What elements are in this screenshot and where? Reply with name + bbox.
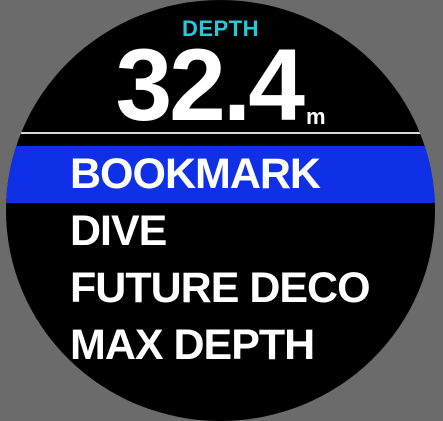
menu-item-dive[interactable]: DIVE — [6, 203, 435, 260]
menu-item-bookmark[interactable]: BOOKMARK — [6, 146, 435, 203]
round-display: DEPTH 32.4 m BOOKMARK DIVE FUTURE DECO MA… — [6, 0, 435, 421]
device-screen: DEPTH 32.4 m BOOKMARK DIVE FUTURE DECO MA… — [0, 0, 443, 421]
depth-value: 32.4 — [115, 28, 305, 142]
menu-item-future-deco[interactable]: FUTURE DECO — [6, 260, 435, 317]
divider — [6, 132, 435, 134]
menu-list: BOOKMARK DIVE FUTURE DECO MAX DEPTH — [6, 146, 435, 374]
depth-readout: 32.4 m — [6, 28, 435, 142]
menu-item-max-depth[interactable]: MAX DEPTH — [6, 317, 435, 374]
depth-unit: m — [305, 104, 326, 129]
